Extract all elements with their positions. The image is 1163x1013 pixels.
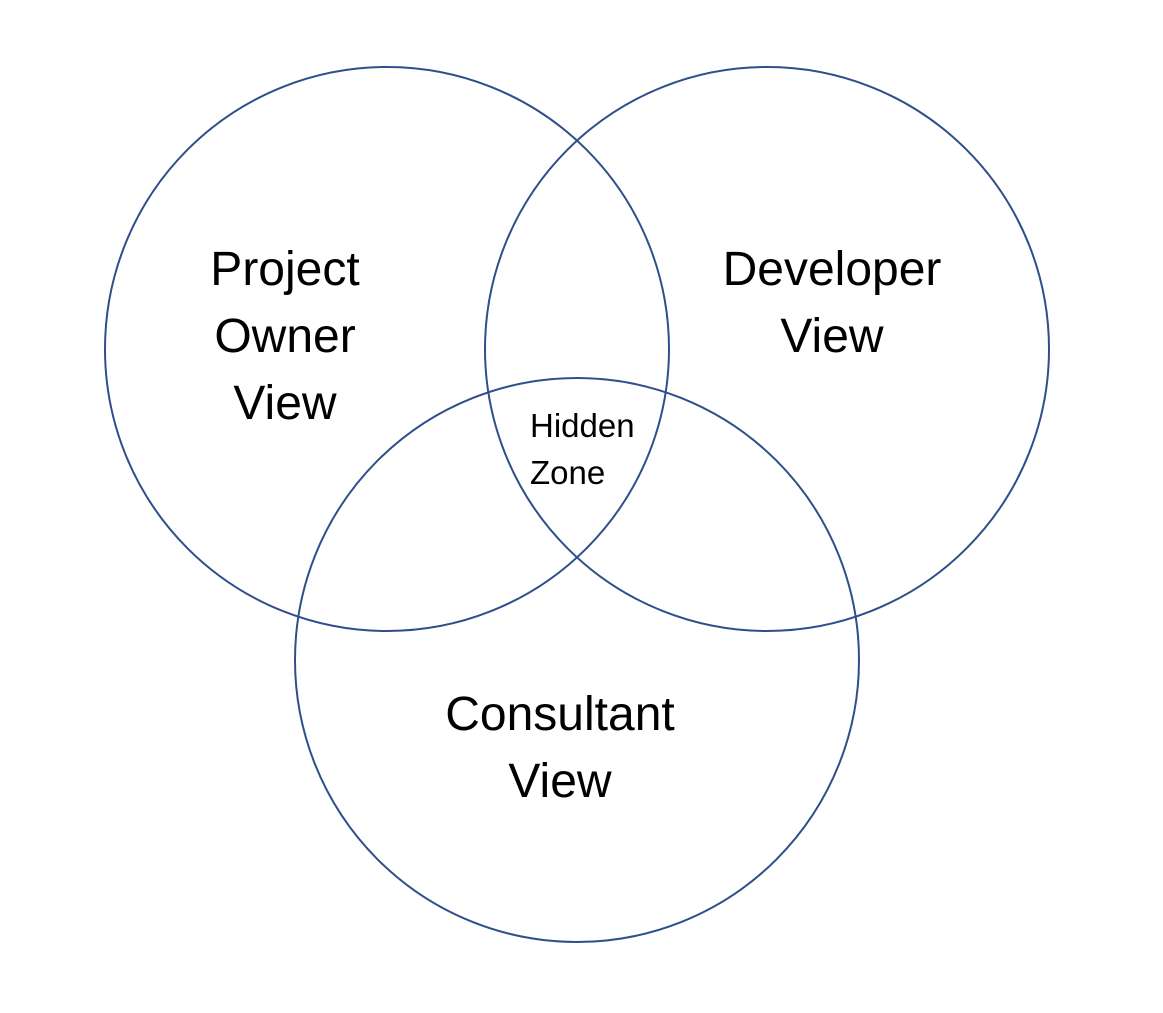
label-line: Hidden (530, 407, 635, 444)
venn-diagram: Project Owner View Developer View Consul… (0, 0, 1163, 1013)
label-line: View (780, 310, 884, 363)
label-line: Zone (530, 454, 606, 491)
label-line: View (508, 755, 612, 808)
venn-svg (104, 66, 1050, 943)
label-project-owner-view: Project Owner View (185, 236, 385, 437)
label-consultant-view: Consultant View (420, 681, 700, 815)
label-line: Owner (214, 310, 356, 363)
label-line: Consultant (445, 688, 675, 741)
label-line: View (233, 377, 337, 430)
label-hidden-zone: Hidden Zone (530, 402, 660, 496)
label-line: Project (210, 243, 360, 296)
label-line: Developer (722, 243, 942, 296)
label-developer-view: Developer View (702, 236, 962, 370)
